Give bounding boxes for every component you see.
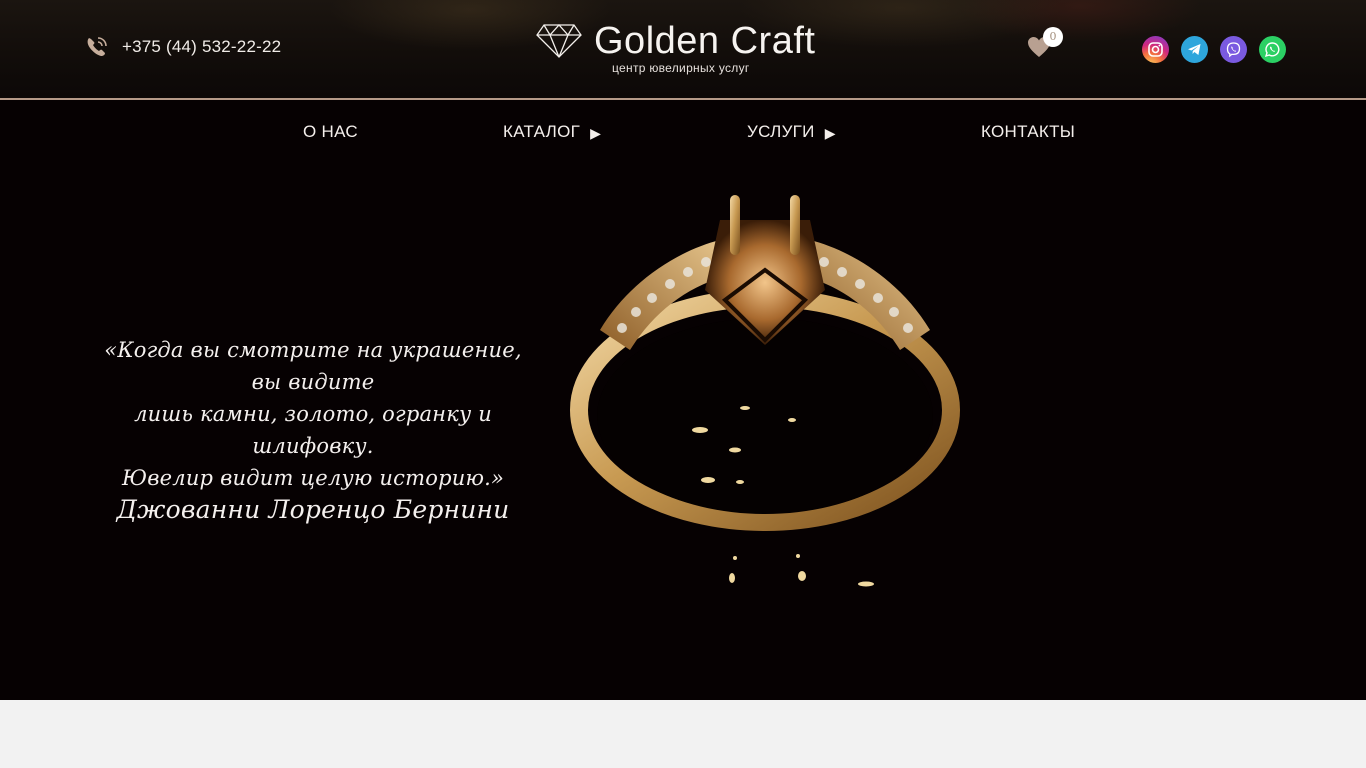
logo-title: Golden Craft [594, 20, 816, 62]
nav-item-label: О НАС [303, 122, 358, 141]
nav-item-label: УСЛУГИ [747, 122, 815, 141]
diamond-icon [536, 24, 582, 58]
quote-line: лишь камни, золото, огранку и шлифовку. [134, 402, 492, 458]
nav-item-label: КАТАЛОГ [503, 122, 581, 141]
telegram-icon [1188, 44, 1201, 55]
telegram-link[interactable] [1181, 36, 1208, 63]
nav-item-about[interactable]: О НАС [303, 122, 358, 142]
social-links [1142, 36, 1286, 63]
viber-icon [1226, 42, 1241, 58]
arrow-right-icon: ▶ [590, 124, 602, 141]
ring-image [570, 195, 960, 587]
phone-icon [87, 37, 107, 56]
quote-line: Ювелир видит целую историю.» [121, 466, 505, 490]
nav-item-catalog[interactable]: КАТАЛОГ ▶ [503, 122, 601, 142]
instagram-icon [1148, 42, 1163, 57]
hero-section: +375 (44) 532-22-22 Golden Craft центр ю… [0, 0, 1366, 700]
logo-subtitle: центр ювелирных услуг [612, 61, 750, 75]
favorites-count-badge: 0 [1043, 27, 1063, 47]
whatsapp-link[interactable] [1259, 36, 1286, 63]
viber-link[interactable] [1220, 36, 1247, 63]
site-header: +375 (44) 532-22-22 Golden Craft центр ю… [0, 0, 1366, 100]
phone-number[interactable]: +375 (44) 532-22-22 [122, 37, 281, 57]
main-navigation: О НАС КАТАЛОГ ▶ УСЛУГИ ▶ КОНТАКТЫ [0, 102, 1366, 162]
favorites-button[interactable]: 0 [1027, 27, 1063, 62]
nav-item-contacts[interactable]: КОНТАКТЫ [981, 122, 1075, 142]
nav-item-services[interactable]: УСЛУГИ ▶ [747, 122, 836, 142]
phone-contact[interactable]: +375 (44) 532-22-22 [84, 34, 281, 60]
hero-quote: «Когда вы смотрите на украшение, вы види… [86, 334, 540, 526]
nav-item-label: КОНТАКТЫ [981, 122, 1076, 141]
quote-author: Джованни Лоренцо Бернини [116, 495, 510, 524]
whatsapp-icon [1264, 42, 1280, 58]
arrow-right-icon: ▶ [824, 124, 836, 141]
content-area [0, 700, 1366, 768]
site-logo[interactable]: Golden Craft центр ювелирных услуг [536, 20, 836, 80]
instagram-link[interactable] [1142, 36, 1169, 63]
quote-line: «Когда вы смотрите на украшение, вы види… [104, 338, 522, 394]
